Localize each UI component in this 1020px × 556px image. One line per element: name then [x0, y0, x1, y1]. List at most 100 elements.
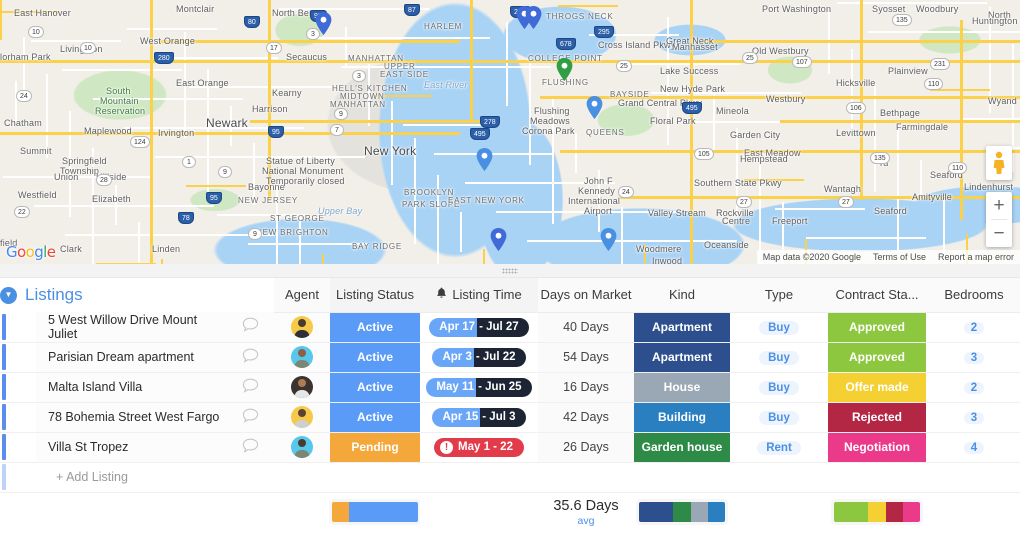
- report-map-error-link[interactable]: Report a map error: [938, 252, 1014, 262]
- comment-bubble-icon[interactable]: [242, 438, 259, 457]
- cell-listing-status[interactable]: Active: [330, 402, 420, 433]
- footer-days-average[interactable]: 35.6 Days avg: [538, 491, 634, 532]
- cell-listing-name[interactable]: 78 Bohemia Street West Fargo: [36, 402, 226, 433]
- column-header-agent[interactable]: Agent: [274, 278, 330, 313]
- cell-bedrooms[interactable]: 3: [926, 402, 1020, 433]
- add-listing-row[interactable]: + Add Listing: [0, 462, 1020, 493]
- column-header-days-on-market[interactable]: Days on Market: [538, 278, 634, 313]
- map-marker-pin-icon[interactable]: [586, 96, 603, 119]
- table-row[interactable]: 5 West Willow Drive Mount Juliet Active …: [0, 312, 1020, 343]
- comment-bubble-icon[interactable]: [242, 317, 259, 336]
- map-panel[interactable]: East HanoverMontclairWest OrangeLivingst…: [0, 0, 1020, 264]
- map-zoom-controls[interactable]: + −: [986, 192, 1012, 247]
- cell-listing-status[interactable]: Active: [330, 312, 420, 343]
- cell-listing-name[interactable]: Malta Island Villa: [36, 372, 226, 403]
- cell-agent[interactable]: [274, 432, 330, 463]
- add-listing-button[interactable]: + Add Listing: [36, 462, 330, 493]
- table-row[interactable]: Malta Island Villa Active May 11 - Jun 2…: [0, 372, 1020, 403]
- table-row[interactable]: Villa St Tropez Pending ! May 1 - 22 26 …: [0, 432, 1020, 463]
- cell-listing-name[interactable]: Parisian Dream apartment: [36, 342, 226, 373]
- cell-kind[interactable]: Building: [634, 402, 730, 433]
- avatar[interactable]: [291, 316, 313, 338]
- cell-type[interactable]: Rent: [730, 432, 828, 463]
- listing-time-pill[interactable]: ! May 1 - 22: [434, 437, 524, 457]
- cell-contract-status[interactable]: Rejected: [828, 402, 926, 433]
- cell-kind[interactable]: Apartment: [634, 342, 730, 373]
- zoom-in-button[interactable]: +: [986, 192, 1012, 219]
- map-marker-pin-icon[interactable]: [315, 12, 332, 35]
- footer-status-distribution[interactable]: [330, 491, 420, 532]
- listing-time-pill[interactable]: Apr 17 - Jul 27: [429, 317, 529, 337]
- avatar[interactable]: [291, 346, 313, 368]
- cell-days-on-market[interactable]: 26 Days: [538, 432, 634, 463]
- cell-kind[interactable]: Apartment: [634, 312, 730, 343]
- cell-listing-time[interactable]: ! May 1 - 22: [420, 432, 538, 463]
- cell-comment[interactable]: [226, 402, 274, 433]
- cell-bedrooms[interactable]: 4: [926, 432, 1020, 463]
- column-header-contract-status[interactable]: Contract Sta...: [828, 278, 926, 313]
- cell-comment[interactable]: [226, 342, 274, 373]
- column-header-type[interactable]: Type: [730, 278, 828, 313]
- column-header-bedrooms[interactable]: Bedrooms: [926, 278, 1020, 313]
- terms-of-use-link[interactable]: Terms of Use: [873, 252, 926, 262]
- cell-agent[interactable]: [274, 312, 330, 343]
- cell-listing-time[interactable]: May 11 - Jun 25: [420, 372, 538, 403]
- cell-contract-status[interactable]: Approved: [828, 342, 926, 373]
- map-marker-pin-icon[interactable]: [490, 228, 507, 251]
- cell-days-on-market[interactable]: 40 Days: [538, 312, 634, 343]
- cell-comment[interactable]: [226, 372, 274, 403]
- cell-days-on-market[interactable]: 16 Days: [538, 372, 634, 403]
- footer-kind-distribution[interactable]: [634, 491, 730, 532]
- drag-handle-icon[interactable]: [502, 268, 518, 274]
- cell-listing-time[interactable]: Apr 15 - Jul 3: [420, 402, 538, 433]
- cell-kind[interactable]: Garden house: [634, 432, 730, 463]
- cell-contract-status[interactable]: Negotiation: [828, 432, 926, 463]
- listing-time-pill[interactable]: Apr 3 - Jul 22: [432, 347, 526, 367]
- cell-agent[interactable]: [274, 372, 330, 403]
- cell-bedrooms[interactable]: 2: [926, 372, 1020, 403]
- cell-contract-status[interactable]: Offer made: [828, 372, 926, 403]
- page-title[interactable]: ▼ Listings: [0, 278, 274, 312]
- avatar[interactable]: [291, 436, 313, 458]
- chevron-down-icon[interactable]: ▼: [0, 286, 17, 304]
- cell-agent[interactable]: [274, 402, 330, 433]
- street-view-pegman-button[interactable]: [986, 146, 1012, 180]
- listing-time-pill[interactable]: May 11 - Jun 25: [426, 377, 532, 397]
- comment-bubble-icon[interactable]: [242, 408, 259, 427]
- cell-listing-status[interactable]: Pending: [330, 432, 420, 463]
- panel-divider[interactable]: [0, 264, 1020, 278]
- footer-contract-distribution[interactable]: [828, 491, 926, 532]
- map-marker-pin-icon[interactable]: [556, 58, 573, 81]
- cell-type[interactable]: Buy: [730, 402, 828, 433]
- cell-kind[interactable]: House: [634, 372, 730, 403]
- column-header-kind[interactable]: Kind: [634, 278, 730, 313]
- cell-days-on-market[interactable]: 54 Days: [538, 342, 634, 373]
- column-header-listing-time[interactable]: Listing Time: [420, 278, 538, 313]
- listing-time-pill[interactable]: Apr 15 - Jul 3: [432, 407, 526, 427]
- cell-listing-name[interactable]: 5 West Willow Drive Mount Juliet: [36, 312, 226, 343]
- map-marker-pin-icon[interactable]: [525, 6, 542, 29]
- cell-type[interactable]: Buy: [730, 342, 828, 373]
- map-marker-pin-icon[interactable]: [600, 228, 617, 251]
- cell-bedrooms[interactable]: 3: [926, 342, 1020, 373]
- zoom-out-button[interactable]: −: [986, 220, 1012, 247]
- comment-bubble-icon[interactable]: [242, 378, 259, 397]
- avatar[interactable]: [291, 376, 313, 398]
- cell-comment[interactable]: [226, 312, 274, 343]
- table-row[interactable]: Parisian Dream apartment Active Apr 3 - …: [0, 342, 1020, 373]
- cell-bedrooms[interactable]: 2: [926, 312, 1020, 343]
- cell-listing-time[interactable]: Apr 3 - Jul 22: [420, 342, 538, 373]
- cell-type[interactable]: Buy: [730, 372, 828, 403]
- cell-comment[interactable]: [226, 432, 274, 463]
- table-row[interactable]: 78 Bohemia Street West Fargo Active Apr …: [0, 402, 1020, 433]
- comment-bubble-icon[interactable]: [242, 348, 259, 367]
- cell-listing-status[interactable]: Active: [330, 372, 420, 403]
- cell-days-on-market[interactable]: 42 Days: [538, 402, 634, 433]
- cell-type[interactable]: Buy: [730, 312, 828, 343]
- avatar[interactable]: [291, 406, 313, 428]
- cell-contract-status[interactable]: Approved: [828, 312, 926, 343]
- map-marker-pin-icon[interactable]: [476, 148, 493, 171]
- cell-listing-status[interactable]: Active: [330, 342, 420, 373]
- cell-listing-name[interactable]: Villa St Tropez: [36, 432, 226, 463]
- cell-listing-time[interactable]: Apr 17 - Jul 27: [420, 312, 538, 343]
